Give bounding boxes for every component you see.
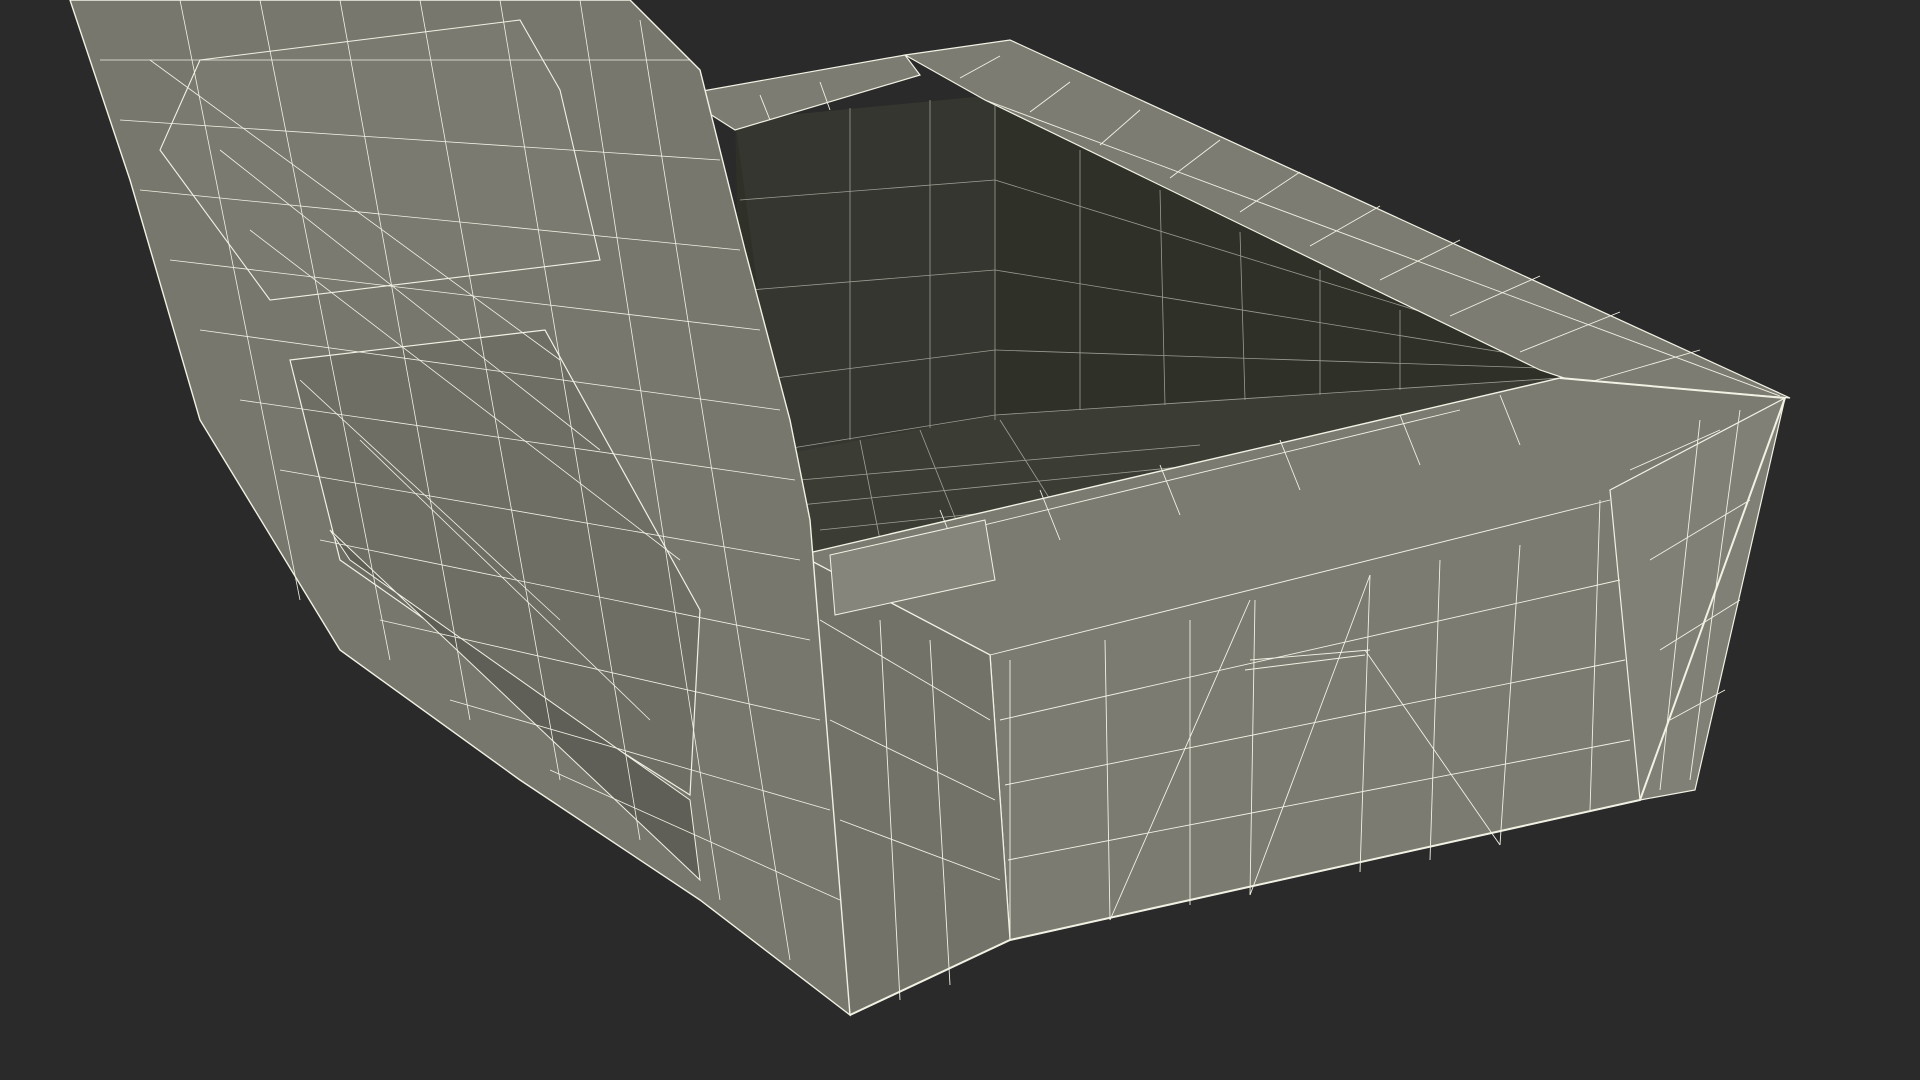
3d-viewport <box>0 0 1920 1080</box>
wireframe-box-model <box>0 0 1920 1080</box>
